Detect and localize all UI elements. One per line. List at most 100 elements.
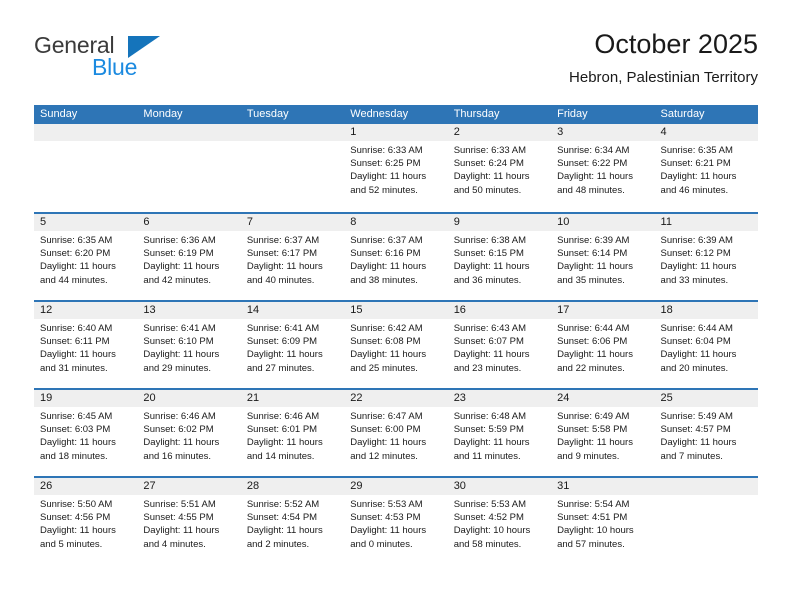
day-cell-4[interactable]: 4 Sunrise: 6:35 AM Sunset: 6:21 PM Daylight…: [654, 124, 758, 212]
day-cell-24[interactable]: 24 Sunrise: 6:49 AM Sunset: 5:58 PM Dayligh…: [551, 390, 655, 476]
day-detail-line: and 31 minutes.: [40, 362, 108, 374]
day-detail-line: Sunrise: 5:52 AM: [246, 499, 320, 510]
day-details: [34, 141, 137, 144]
day-cell-2[interactable]: 2 Sunrise: 6:33 AM Sunset: 6:24 PM Daylight…: [447, 124, 552, 212]
day-cell-12[interactable]: 12 Sunrise: 6:40 AM Sunset: 6:11 PM Dayligh…: [34, 302, 138, 388]
page-header: General Blue October 2025 Hebron, Palest…: [0, 0, 792, 100]
day-cell-23[interactable]: 23 Sunrise: 6:48 AM Sunset: 5:59 PM Dayligh…: [447, 390, 552, 476]
day-detail-line: Sunrise: 6:35 AM: [660, 145, 733, 156]
day-detail-line: Sunrise: 6:41 AM: [143, 323, 216, 334]
day-number: 24: [551, 390, 655, 407]
day-cell-11[interactable]: 11 Sunrise: 6:39 AM Sunset: 6:12 PM Dayligh…: [654, 214, 758, 300]
day-cell-25[interactable]: 25 Sunrise: 5:49 AM Sunset: 4:57 PM Dayligh…: [654, 390, 758, 476]
day-cell-10[interactable]: 10 Sunrise: 6:39 AM Sunset: 6:14 PM Dayligh…: [551, 214, 655, 300]
day-cell-9[interactable]: 9 Sunrise: 6:38 AM Sunset: 6:15 PM Daylight…: [447, 214, 552, 300]
day-number: 4: [654, 124, 758, 141]
day-details: Sunrise: 6:33 AM Sunset: 6:24 PM Daylight:…: [448, 141, 551, 197]
day-detail-line: and 57 minutes.: [557, 538, 625, 550]
day-cell-31[interactable]: 31 Sunrise: 5:54 AM Sunset: 4:51 PM Dayligh…: [551, 478, 655, 564]
day-cell-20[interactable]: 20 Sunrise: 6:46 AM Sunset: 6:02 PM Dayligh…: [137, 390, 241, 476]
day-detail-line: Sunset: 6:21 PM: [660, 158, 731, 170]
day-number: 22: [344, 390, 448, 407]
day-number: 29: [344, 478, 448, 495]
day-detail-line: Sunset: 6:14 PM: [557, 248, 628, 260]
day-detail-line: Daylight: 11 hours: [350, 261, 427, 273]
day-cell-21[interactable]: 21 Sunrise: 6:46 AM Sunset: 6:01 PM Dayligh…: [240, 390, 345, 476]
logo-text-blue: Blue: [92, 54, 138, 80]
day-detail-line: and 50 minutes.: [453, 184, 522, 196]
day-detail-line: Daylight: 11 hours: [40, 349, 116, 361]
day-detail-line: Daylight: 11 hours: [453, 437, 530, 449]
day-detail-line: Sunrise: 6:47 AM: [350, 411, 423, 422]
day-cell-5[interactable]: 5 Sunrise: 6:35 AM Sunset: 6:20 PM Daylight…: [34, 214, 138, 300]
day-details: Sunrise: 6:35 AM Sunset: 6:21 PM Daylight:…: [655, 141, 758, 197]
day-cell-14[interactable]: 14 Sunrise: 6:41 AM Sunset: 6:09 PM Dayligh…: [240, 302, 345, 388]
day-detail-line: and 12 minutes.: [350, 450, 418, 462]
day-detail-line: Daylight: 10 hours: [557, 525, 634, 537]
day-details: Sunrise: 5:51 AM Sunset: 4:55 PM Daylight:…: [137, 495, 240, 551]
day-details: Sunrise: 6:42 AM Sunset: 6:08 PM Daylight:…: [344, 319, 447, 375]
day-cell-19[interactable]: 19 Sunrise: 6:45 AM Sunset: 6:03 PM Dayligh…: [34, 390, 138, 476]
day-detail-line: Sunset: 4:56 PM: [40, 512, 111, 524]
day-number: 31: [551, 478, 655, 495]
day-cell-15[interactable]: 15 Sunrise: 6:42 AM Sunset: 6:08 PM Dayligh…: [344, 302, 448, 388]
day-details: Sunrise: 6:46 AM Sunset: 6:02 PM Daylight:…: [137, 407, 240, 463]
day-number: 13: [137, 302, 241, 319]
day-cell-27[interactable]: 27 Sunrise: 5:51 AM Sunset: 4:55 PM Dayligh…: [137, 478, 241, 564]
day-detail-line: Sunrise: 6:46 AM: [246, 411, 320, 422]
day-number: 9: [447, 214, 552, 231]
day-detail-line: Daylight: 11 hours: [660, 171, 737, 183]
day-details: Sunrise: 6:37 AM Sunset: 6:16 PM Daylight:…: [344, 231, 447, 287]
day-detail-line: Sunset: 6:17 PM: [246, 248, 318, 260]
day-number: 25: [654, 390, 758, 407]
day-detail-line: and 25 minutes.: [350, 362, 418, 374]
day-detail-line: Daylight: 11 hours: [660, 261, 737, 273]
day-cell-26[interactable]: 26 Sunrise: 5:50 AM Sunset: 4:56 PM Dayligh…: [34, 478, 138, 564]
day-cell-18[interactable]: 18 Sunrise: 6:44 AM Sunset: 6:04 PM Dayligh…: [654, 302, 758, 388]
day-detail-line: Daylight: 11 hours: [557, 349, 633, 361]
day-cell-1[interactable]: 1 Sunrise: 6:33 AM Sunset: 6:25 PM Daylight…: [344, 124, 448, 212]
day-cell-8[interactable]: 8 Sunrise: 6:37 AM Sunset: 6:16 PM Daylight…: [344, 214, 448, 300]
day-detail-line: Daylight: 11 hours: [660, 437, 737, 449]
day-cell-16[interactable]: 16 Sunrise: 6:43 AM Sunset: 6:07 PM Dayligh…: [447, 302, 552, 388]
day-detail-line: Sunrise: 6:48 AM: [453, 411, 527, 422]
day-cell-22[interactable]: 22 Sunrise: 6:47 AM Sunset: 6:00 PM Dayligh…: [344, 390, 448, 476]
day-details: [241, 141, 344, 144]
day-detail-line: Sunrise: 6:37 AM: [246, 235, 320, 246]
day-cell-17[interactable]: 17 Sunrise: 6:44 AM Sunset: 6:06 PM Dayligh…: [551, 302, 655, 388]
day-detail-line: Sunset: 6:09 PM: [246, 336, 318, 348]
day-detail-line: Daylight: 11 hours: [557, 261, 633, 273]
day-cell-28[interactable]: 28 Sunrise: 5:52 AM Sunset: 4:54 PM Dayligh…: [240, 478, 345, 564]
day-detail-line: Sunset: 6:07 PM: [453, 336, 524, 348]
weekday-header-wednesday: Wednesday: [350, 108, 409, 120]
day-detail-line: and 22 minutes.: [557, 362, 625, 374]
day-detail-line: Sunrise: 6:37 AM: [350, 235, 423, 246]
day-cell-29[interactable]: 29 Sunrise: 5:53 AM Sunset: 4:53 PM Dayligh…: [344, 478, 448, 564]
title-block: October 2025 Hebron, Palestinian Territo…: [569, 28, 758, 88]
day-number: 26: [34, 478, 138, 495]
day-detail-line: Sunset: 4:57 PM: [660, 424, 731, 436]
day-detail-line: Sunset: 6:06 PM: [557, 336, 628, 348]
weekday-header-tuesday: Tuesday: [246, 108, 289, 120]
day-cell-13[interactable]: 13 Sunrise: 6:41 AM Sunset: 6:10 PM Dayligh…: [137, 302, 241, 388]
day-details: Sunrise: 6:43 AM Sunset: 6:07 PM Daylight:…: [448, 319, 551, 375]
day-detail-line: Sunset: 4:51 PM: [557, 512, 628, 524]
day-cell-7[interactable]: 7 Sunrise: 6:37 AM Sunset: 6:17 PM Daylight…: [240, 214, 345, 300]
calendar-week-row: 12 Sunrise: 6:40 AM Sunset: 6:11 PM Dayligh…: [34, 300, 758, 388]
day-number: 19: [34, 390, 138, 407]
day-detail-line: and 18 minutes.: [40, 450, 108, 462]
day-cell-30[interactable]: 30 Sunrise: 5:53 AM Sunset: 4:52 PM Dayligh…: [447, 478, 552, 564]
day-detail-line: Sunset: 6:00 PM: [350, 424, 421, 436]
day-cell-3[interactable]: 3 Sunrise: 6:34 AM Sunset: 6:22 PM Daylight…: [551, 124, 655, 212]
day-cell-6[interactable]: 6 Sunrise: 6:36 AM Sunset: 6:19 PM Daylight…: [137, 214, 241, 300]
day-detail-line: and 33 minutes.: [660, 274, 729, 286]
day-number: [654, 478, 758, 495]
day-detail-line: and 23 minutes.: [453, 362, 522, 374]
weekday-header-friday: Friday: [557, 108, 588, 120]
day-detail-line: Sunrise: 5:50 AM: [40, 499, 113, 510]
day-detail-line: Sunset: 4:53 PM: [350, 512, 421, 524]
day-details: Sunrise: 6:33 AM Sunset: 6:25 PM Daylight:…: [344, 141, 447, 197]
day-detail-line: Sunset: 6:25 PM: [350, 158, 421, 170]
day-detail-line: Sunset: 6:20 PM: [40, 248, 111, 260]
day-detail-line: Sunset: 6:03 PM: [40, 424, 111, 436]
